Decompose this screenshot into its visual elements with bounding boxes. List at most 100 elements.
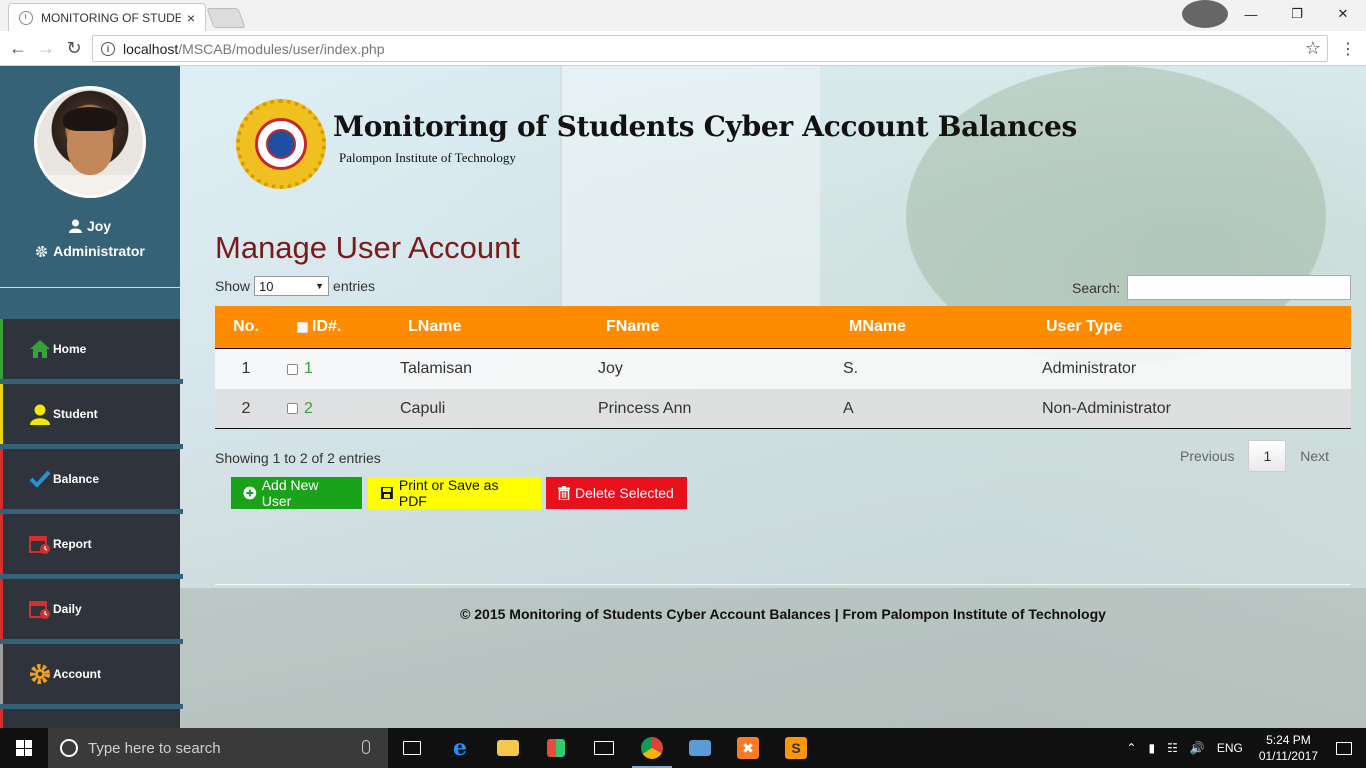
sidebar-item-label: Account xyxy=(53,667,101,681)
delete-selected-button[interactable]: Delete Selected xyxy=(546,477,687,509)
browser-tab-strip: MONITORING OF STUDE × — ❐ ✕ xyxy=(0,0,1366,31)
tab-close-button[interactable]: × xyxy=(187,10,195,26)
new-tab-button[interactable] xyxy=(206,8,246,28)
home-icon xyxy=(29,338,51,360)
sidebar: Joy Administrator Home Student Balance R… xyxy=(0,66,183,728)
page-length-control: Show 10 ▼ entries xyxy=(215,276,375,296)
sidebar-item-report[interactable]: Report xyxy=(0,514,183,579)
page-1-button[interactable]: 1 xyxy=(1248,440,1287,472)
search-label: Search: xyxy=(1072,280,1121,296)
column-header-fname[interactable]: FName xyxy=(598,318,843,336)
profile-role-text: Administrator xyxy=(53,243,145,259)
store-icon[interactable] xyxy=(532,728,580,768)
sidebar-item-label: Student xyxy=(53,407,98,421)
restore-button[interactable]: ❐ xyxy=(1274,0,1320,28)
select-all-checkbox[interactable] xyxy=(297,321,308,333)
usb-icon[interactable]: ▮ xyxy=(1142,741,1161,755)
print-pdf-button[interactable]: Print or Save as PDF xyxy=(368,477,541,509)
clock[interactable]: 5:24 PM 01/11/2017 xyxy=(1249,732,1328,764)
reload-icon[interactable]: ↻ xyxy=(62,37,86,59)
trash-icon xyxy=(558,486,570,500)
seal-core xyxy=(266,129,296,159)
address-bar-row: ← → ↻ i localhost /MSCAB/modules/user/in… xyxy=(0,31,1366,66)
calendar-icon xyxy=(29,533,51,555)
notifications-icon[interactable] xyxy=(1336,741,1352,755)
mail-icon[interactable] xyxy=(580,728,628,768)
browser-tab[interactable]: MONITORING OF STUDE × xyxy=(8,3,206,31)
sidebar-item-balance[interactable]: Balance xyxy=(0,449,183,514)
checkmark-icon xyxy=(29,468,51,490)
id-link[interactable]: 1 xyxy=(304,360,313,378)
taskbar-search-placeholder: Type here to search xyxy=(88,739,221,757)
file-explorer-icon[interactable] xyxy=(484,728,532,768)
windows-logo-icon xyxy=(16,740,32,756)
column-header-no[interactable]: No. xyxy=(215,318,277,336)
previous-page-button[interactable]: Previous xyxy=(1166,440,1248,472)
avatar-shirt xyxy=(37,175,143,195)
cell-fname: Princess Ann xyxy=(598,399,692,417)
page-length-select[interactable]: 10 ▼ xyxy=(254,276,330,296)
users-table: No. ID#. LName FName MName User Type 1 1… xyxy=(215,306,1351,429)
sidebar-item-home[interactable]: Home xyxy=(0,319,183,384)
page-length-value: 10 xyxy=(259,278,274,294)
chevron-down-icon: ▼ xyxy=(315,281,325,291)
windows-taskbar: Type here to search e ✖ S ⌃ ▮ ☷ 🔊 ENG 5:… xyxy=(0,728,1366,768)
column-header-id[interactable]: ID#. xyxy=(277,318,400,336)
edge-icon[interactable]: e xyxy=(436,728,484,768)
calendar-icon xyxy=(29,598,51,620)
print-pdf-label: Print or Save as PDF xyxy=(398,477,499,509)
avatar-hair xyxy=(63,107,117,131)
volume-icon[interactable]: 🔊 xyxy=(1184,741,1211,755)
cell-lname: Talamisan xyxy=(400,360,473,377)
background-building xyxy=(560,66,820,326)
xampp-icon[interactable]: ✖ xyxy=(724,728,772,768)
profile-icon xyxy=(1182,0,1228,28)
forward-icon[interactable]: → xyxy=(34,37,58,59)
menu-icon[interactable]: ⋮ xyxy=(1340,39,1356,59)
print-icon xyxy=(380,487,393,499)
sidebar-item-account[interactable]: Account xyxy=(0,644,183,709)
cell-lname: Capuli xyxy=(400,399,446,417)
sidebar-item-label: Report xyxy=(53,537,92,551)
column-header-user-type[interactable]: User Type xyxy=(1042,318,1351,336)
sidebar-item-student[interactable]: Student xyxy=(0,384,183,449)
url-host: localhost xyxy=(123,40,179,57)
taskbar-search[interactable]: Type here to search xyxy=(48,728,388,768)
star-icon[interactable]: ☆ xyxy=(1305,38,1321,59)
microphone-icon[interactable] xyxy=(362,740,370,754)
site-subtitle: Palompon Institute of Technology xyxy=(339,150,516,165)
back-icon[interactable]: ← xyxy=(6,37,30,59)
language-indicator[interactable]: ENG xyxy=(1211,741,1249,755)
page-favicon-icon xyxy=(19,10,33,25)
show-hidden-icons-icon[interactable]: ⌃ xyxy=(1120,741,1142,755)
start-button[interactable] xyxy=(0,728,48,768)
add-user-button[interactable]: Add New User xyxy=(231,477,362,509)
sidebar-item-label: Home xyxy=(53,342,87,356)
sidebar-item-partial[interactable] xyxy=(0,709,180,728)
row-checkbox[interactable] xyxy=(287,403,298,414)
table-row: 2 2 Capuli Princess Ann A Non-Administra… xyxy=(215,389,1351,429)
info-icon[interactable]: i xyxy=(101,41,115,56)
url-input[interactable]: i localhost /MSCAB/modules/user/index.ph… xyxy=(92,35,1328,62)
search-input[interactable] xyxy=(1127,275,1351,300)
task-view-icon[interactable] xyxy=(388,728,436,768)
minimize-button[interactable]: — xyxy=(1228,0,1274,28)
profile-button[interactable] xyxy=(1182,0,1228,28)
remote-desktop-icon[interactable] xyxy=(676,728,724,768)
next-page-button[interactable]: Next xyxy=(1286,440,1343,472)
row-checkbox[interactable] xyxy=(287,363,298,375)
sidebar-item-daily[interactable]: Daily xyxy=(0,579,183,644)
column-header-lname[interactable]: LName xyxy=(400,318,598,336)
cell-mname: S. xyxy=(843,360,859,377)
chrome-icon[interactable] xyxy=(628,728,676,768)
footer-copyright: © 2015 Monitoring of Students Cyber Acco… xyxy=(460,606,1106,622)
network-icon[interactable]: ☷ xyxy=(1161,741,1184,755)
sublime-icon[interactable]: S xyxy=(772,728,820,768)
close-window-button[interactable]: ✕ xyxy=(1320,0,1366,28)
cell-no: 1 xyxy=(241,360,251,377)
school-seal-logo xyxy=(236,99,326,189)
column-header-mname[interactable]: MName xyxy=(843,318,1042,336)
id-link[interactable]: 2 xyxy=(304,400,313,418)
sidebar-item-label: Daily xyxy=(53,602,82,616)
plus-circle-icon xyxy=(243,486,257,500)
